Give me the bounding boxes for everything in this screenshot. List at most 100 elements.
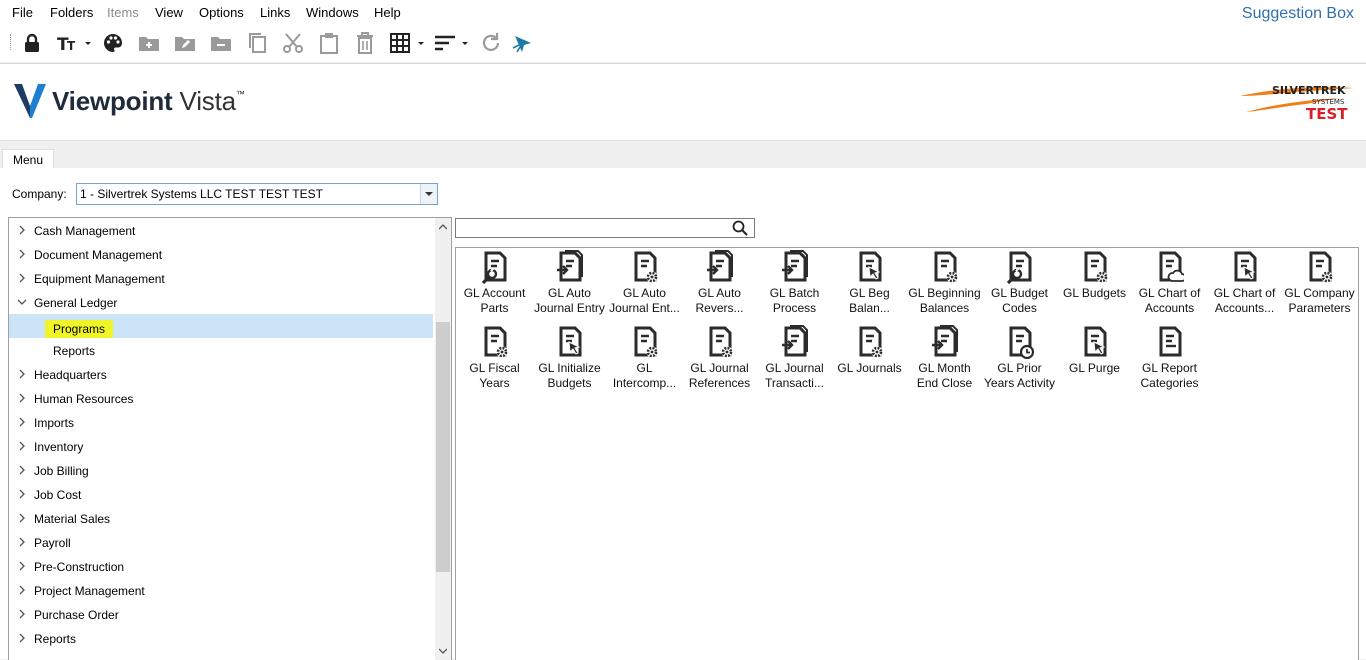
chevron-right-icon[interactable] [17, 249, 27, 259]
program-wrench-icon [481, 250, 509, 285]
program-tile[interactable]: GL Chart of Accounts [1132, 248, 1207, 320]
tab-menu[interactable]: Menu [2, 149, 55, 170]
lock-icon[interactable] [20, 31, 44, 55]
program-tile[interactable]: GL Beginning Balances [907, 248, 982, 320]
menu-folders[interactable]: Folders [50, 5, 93, 20]
menu-windows[interactable]: Windows [306, 5, 359, 20]
program-tile[interactable]: GL Chart of Accounts... [1207, 248, 1282, 320]
scroll-down-icon[interactable] [439, 648, 447, 654]
chevron-right-icon[interactable] [17, 585, 27, 595]
chevron-right-icon[interactable] [17, 513, 27, 523]
program-tile[interactable]: GL Auto Journal Entry [532, 248, 607, 320]
tree-item[interactable]: Material Sales [9, 506, 433, 530]
program-tile[interactable]: GL Fiscal Years [457, 323, 532, 395]
toolbar-grip[interactable] [10, 34, 13, 50]
tree-item[interactable]: Purchase Order [9, 602, 433, 626]
program-tile[interactable]: GL Auto Revers... [682, 248, 757, 320]
tree-item[interactable]: Programs [9, 314, 433, 338]
tree-item[interactable]: Document Management [9, 242, 433, 266]
program-tile[interactable]: GL Journals [832, 323, 907, 395]
tree-item[interactable]: Job Billing [9, 458, 433, 482]
grid-icon[interactable] [389, 31, 425, 55]
program-tile[interactable]: GL Report Categories [1132, 323, 1207, 395]
tree-item-label: Payroll [34, 536, 71, 550]
tree-item-label: Imports [34, 416, 75, 430]
chevron-right-icon[interactable] [17, 225, 27, 235]
tree-item[interactable]: Payroll [9, 530, 433, 554]
tree-item[interactable]: Equipment Management [9, 266, 433, 290]
tree-item[interactable]: Job Cost [9, 482, 433, 506]
add-folder-icon[interactable] [137, 31, 161, 55]
cut-icon[interactable] [281, 31, 305, 55]
program-tile[interactable]: GL Journal Transacti... [757, 323, 832, 395]
edit-folder-icon[interactable] [173, 31, 197, 55]
tree-scrollbar[interactable] [435, 218, 451, 660]
program-tile[interactable]: GL Journal References [682, 323, 757, 395]
font-icon[interactable]: TT [56, 31, 92, 55]
suggestion-box-link[interactable]: Suggestion Box [1242, 5, 1354, 23]
program-label-line1: GL Auto [548, 286, 591, 300]
program-tile[interactable]: GL Account Parts [457, 248, 532, 320]
program-label-line1: GL Auto [623, 286, 666, 300]
menu-items[interactable]: Items [107, 5, 139, 20]
program-tile[interactable]: GL Company Parameters [1282, 248, 1357, 320]
program-tile[interactable]: GL Budgets [1057, 248, 1132, 320]
chevron-right-icon[interactable] [17, 393, 27, 403]
tree-item[interactable]: Imports [9, 410, 433, 434]
menu-file[interactable]: File [12, 5, 33, 20]
program-label: GL Batch Process [757, 286, 832, 316]
remove-folder-icon[interactable] [209, 31, 233, 55]
tree-item[interactable]: Reports [9, 338, 433, 362]
program-label-line2: Budgets [547, 376, 592, 390]
chevron-right-icon[interactable] [17, 465, 27, 475]
menu-view[interactable]: View [155, 5, 183, 20]
chevron-right-icon[interactable] [17, 609, 27, 619]
chevron-right-icon[interactable] [17, 561, 27, 571]
delete-icon[interactable] [353, 31, 377, 55]
tree-item[interactable]: Cash Management [9, 218, 433, 242]
chevron-right-icon[interactable] [17, 369, 27, 379]
chevron-right-icon[interactable] [17, 489, 27, 499]
program-tile[interactable]: GL Purge [1057, 323, 1132, 395]
tree-item[interactable]: General Ledger [9, 290, 433, 314]
scroll-up-icon[interactable] [439, 224, 447, 230]
program-tile[interactable]: GL Month End Close [907, 323, 982, 395]
program-tile[interactable]: GL Batch Process [757, 248, 832, 320]
menu-help[interactable]: Help [374, 5, 401, 20]
search-icon[interactable] [732, 220, 748, 239]
palette-icon[interactable] [101, 31, 125, 55]
pointer-icon[interactable] [511, 31, 535, 55]
program-tile[interactable]: GL Auto Journal Ent... [607, 248, 682, 320]
tree-item[interactable]: Inventory [9, 434, 433, 458]
menu-options[interactable]: Options [199, 5, 244, 20]
tree-item[interactable]: Headquarters [9, 362, 433, 386]
chevron-down-icon[interactable] [17, 297, 27, 307]
chevron-right-icon[interactable] [17, 633, 27, 643]
program-tile[interactable]: GL Prior Years Activity [982, 323, 1057, 395]
program-tile[interactable]: GL Beg Balan... [832, 248, 907, 320]
menu-links[interactable]: Links [260, 5, 290, 20]
company-dropdown[interactable]: 1 - Silvertrek Systems LLC TEST TEST TES… [76, 183, 438, 205]
chevron-down-icon[interactable] [420, 184, 437, 204]
copy-icon[interactable] [245, 31, 269, 55]
search-box[interactable] [455, 218, 755, 238]
tree-item[interactable]: Project Management [9, 578, 433, 602]
program-tile[interactable]: GL Budget Codes [982, 248, 1057, 320]
program-label-line2: Balan... [849, 301, 890, 315]
program-clock-icon [1006, 325, 1035, 360]
scrollbar-thumb[interactable] [436, 322, 450, 572]
sort-icon[interactable] [433, 31, 469, 55]
chevron-right-icon[interactable] [17, 441, 27, 451]
program-tile[interactable]: GL Intercomp... [607, 323, 682, 395]
program-tile[interactable]: GL Initialize Budgets [532, 323, 607, 395]
program-label-line1: GL [636, 361, 653, 375]
chevron-right-icon[interactable] [17, 417, 27, 427]
refresh-icon[interactable] [479, 31, 503, 55]
tree-item[interactable]: Human Resources [9, 386, 433, 410]
chevron-right-icon[interactable] [17, 273, 27, 283]
chevron-right-icon[interactable] [17, 537, 27, 547]
tree-item-label: Document Management [34, 248, 163, 262]
tree-item[interactable]: Pre-Construction [9, 554, 433, 578]
paste-icon[interactable] [317, 31, 341, 55]
tree-item[interactable]: Reports [9, 626, 433, 650]
